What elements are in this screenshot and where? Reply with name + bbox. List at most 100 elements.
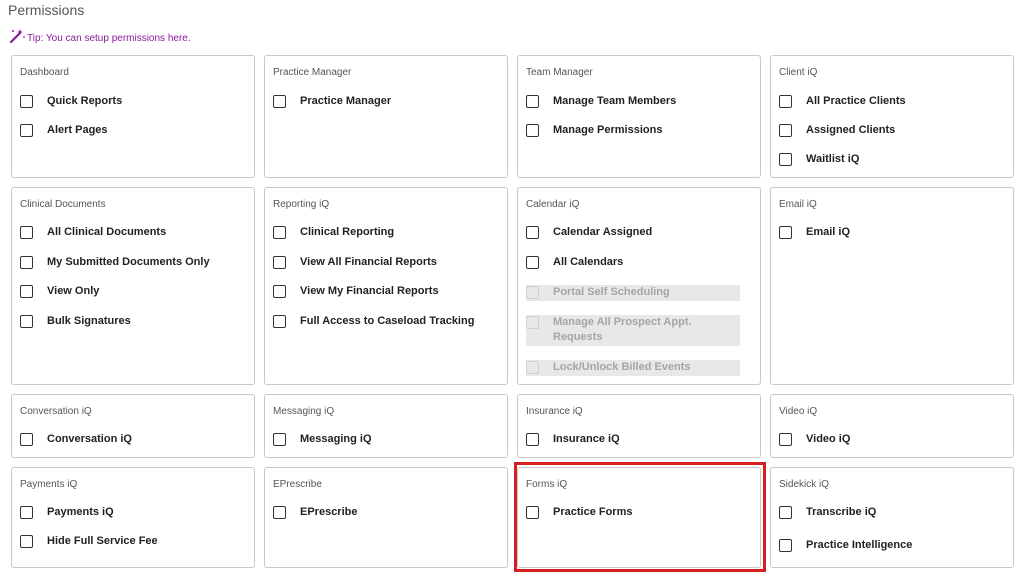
permission-label: Practice Intelligence — [806, 539, 913, 551]
permission-label: View All Financial Reports — [300, 256, 437, 268]
checkbox — [526, 361, 539, 374]
permission-full-access-to-caseload-tracking[interactable]: Full Access to Caseload Tracking — [273, 315, 474, 329]
permission-label: Full Access to Caseload Tracking — [300, 315, 475, 327]
permission-alert-pages[interactable]: Alert Pages — [20, 124, 108, 138]
card-email-iq: Email iQ Email iQ — [770, 187, 1014, 385]
permission-insurance-iq[interactable]: Insurance iQ — [526, 433, 620, 447]
card-eprescribe: EPrescribe EPrescribe — [264, 467, 508, 568]
permission-waitlist-iq[interactable]: Waitlist iQ — [779, 153, 859, 167]
checkbox[interactable] — [273, 433, 286, 446]
permission-label: Calendar Assigned — [553, 226, 653, 238]
permission-label: Alert Pages — [47, 124, 108, 136]
card-clinical-documents: Clinical Documents All Clinical Documents… — [11, 187, 255, 385]
permission-email-iq[interactable]: Email iQ — [779, 226, 850, 240]
permission-view-only[interactable]: View Only — [20, 285, 99, 299]
checkbox[interactable] — [20, 256, 33, 269]
card-title: Client iQ — [779, 67, 818, 78]
permission-assigned-clients[interactable]: Assigned Clients — [779, 124, 895, 138]
card-title: Email iQ — [779, 199, 817, 210]
card-title: Practice Manager — [273, 67, 352, 78]
checkbox[interactable] — [779, 95, 792, 108]
permission-eprescribe[interactable]: EPrescribe — [273, 506, 357, 520]
permission-label: All Practice Clients — [806, 95, 906, 107]
checkbox[interactable] — [779, 124, 792, 137]
permission-label: Practice Manager — [300, 95, 392, 107]
permission-practice-intelligence[interactable]: Practice Intelligence — [779, 539, 912, 553]
highlight-box — [514, 462, 766, 572]
permission-label: Insurance iQ — [553, 433, 620, 445]
permission-messaging-iq[interactable]: Messaging iQ — [273, 433, 372, 447]
checkbox[interactable] — [273, 285, 286, 298]
card-title: Team Manager — [526, 67, 593, 78]
permission-manage-team-members[interactable]: Manage Team Members — [526, 95, 676, 109]
permission-video-iq[interactable]: Video iQ — [779, 433, 850, 447]
checkbox[interactable] — [273, 256, 286, 269]
permission-label: Payments iQ — [47, 506, 114, 518]
permission-manage-permissions[interactable]: Manage Permissions — [526, 124, 662, 138]
checkbox[interactable] — [273, 315, 286, 328]
permission-view-all-financial-reports[interactable]: View All Financial Reports — [273, 256, 437, 270]
permission-manage-all-prospect-appt-requests: Manage All Prospect Appt. Requests — [526, 315, 740, 346]
permission-quick-reports[interactable]: Quick Reports — [20, 95, 122, 109]
card-payments-iq: Payments iQ Payments iQ Hide Full Service … — [11, 467, 255, 568]
checkbox[interactable] — [273, 95, 286, 108]
permission-label: Transcribe iQ — [806, 506, 877, 518]
checkbox[interactable] — [779, 506, 792, 519]
permission-label: Lock/Unlock Billed Events — [553, 361, 691, 373]
permission-all-clinical-documents[interactable]: All Clinical Documents — [20, 226, 166, 240]
checkbox[interactable] — [20, 315, 33, 328]
permission-clinical-reporting[interactable]: Clinical Reporting — [273, 226, 394, 240]
checkbox[interactable] — [526, 433, 539, 446]
permission-portal-self-scheduling: Portal Self Scheduling — [526, 285, 740, 301]
checkbox[interactable] — [526, 124, 539, 137]
permission-label: All Clinical Documents — [47, 226, 167, 238]
permission-all-practice-clients[interactable]: All Practice Clients — [779, 95, 906, 109]
magic-wand-icon — [9, 29, 25, 44]
permission-label: EPrescribe — [300, 506, 358, 518]
checkbox[interactable] — [20, 124, 33, 137]
checkbox[interactable] — [20, 95, 33, 108]
tip-text: Tip: You can setup permissions here. — [27, 33, 191, 44]
permission-lock-unlock-billed-events: Lock/Unlock Billed Events — [526, 360, 740, 376]
permission-transcribe-iq[interactable]: Transcribe iQ — [779, 506, 876, 520]
card-video-iq: Video iQ Video iQ — [770, 394, 1014, 458]
checkbox[interactable] — [20, 535, 33, 548]
permission-label: Portal Self Scheduling — [553, 286, 670, 298]
permission-conversation-iq[interactable]: Conversation iQ — [20, 433, 132, 447]
checkbox[interactable] — [20, 433, 33, 446]
permission-payments-iq[interactable]: Payments iQ — [20, 506, 114, 520]
checkbox[interactable] — [779, 153, 792, 166]
permission-practice-manager[interactable]: Practice Manager — [273, 95, 391, 109]
checkbox — [526, 286, 539, 299]
permission-my-submitted-documents-only[interactable]: My Submitted Documents Only — [20, 256, 210, 270]
checkbox[interactable] — [20, 285, 33, 298]
permission-hide-full-service-fee[interactable]: Hide Full Service Fee — [20, 535, 158, 549]
checkbox[interactable] — [20, 506, 33, 519]
card-conversation-iq: Conversation iQ Conversation iQ — [11, 394, 255, 458]
card-dashboard: Dashboard Quick Reports Alert Pages — [11, 55, 255, 178]
permission-label: View Only — [47, 285, 100, 297]
checkbox[interactable] — [273, 226, 286, 239]
tip: Tip: You can setup permissions here. — [8, 28, 191, 44]
checkbox[interactable] — [526, 256, 539, 269]
permission-bulk-signatures[interactable]: Bulk Signatures — [20, 315, 131, 329]
card-title: Sidekick iQ — [779, 479, 830, 490]
permission-label: Messaging iQ — [300, 433, 372, 445]
checkbox[interactable] — [20, 226, 33, 239]
permission-label: My Submitted Documents Only — [47, 256, 210, 268]
card-title: Clinical Documents — [20, 199, 106, 210]
permission-label: Manage Permissions — [553, 124, 663, 136]
checkbox[interactable] — [779, 433, 792, 446]
checkbox[interactable] — [779, 226, 792, 239]
checkbox[interactable] — [526, 226, 539, 239]
permission-calendar-assigned[interactable]: Calendar Assigned — [526, 226, 652, 240]
checkbox[interactable] — [273, 506, 286, 519]
card-messaging-iq: Messaging iQ Messaging iQ — [264, 394, 508, 458]
permission-all-calendars[interactable]: All Calendars — [526, 256, 623, 270]
permission-label: Quick Reports — [47, 95, 123, 107]
checkbox[interactable] — [779, 539, 792, 552]
permission-label: All Calendars — [553, 256, 624, 268]
permission-label: Manage Team Members — [553, 95, 677, 107]
permission-view-my-financial-reports[interactable]: View My Financial Reports — [273, 285, 439, 299]
checkbox[interactable] — [526, 95, 539, 108]
